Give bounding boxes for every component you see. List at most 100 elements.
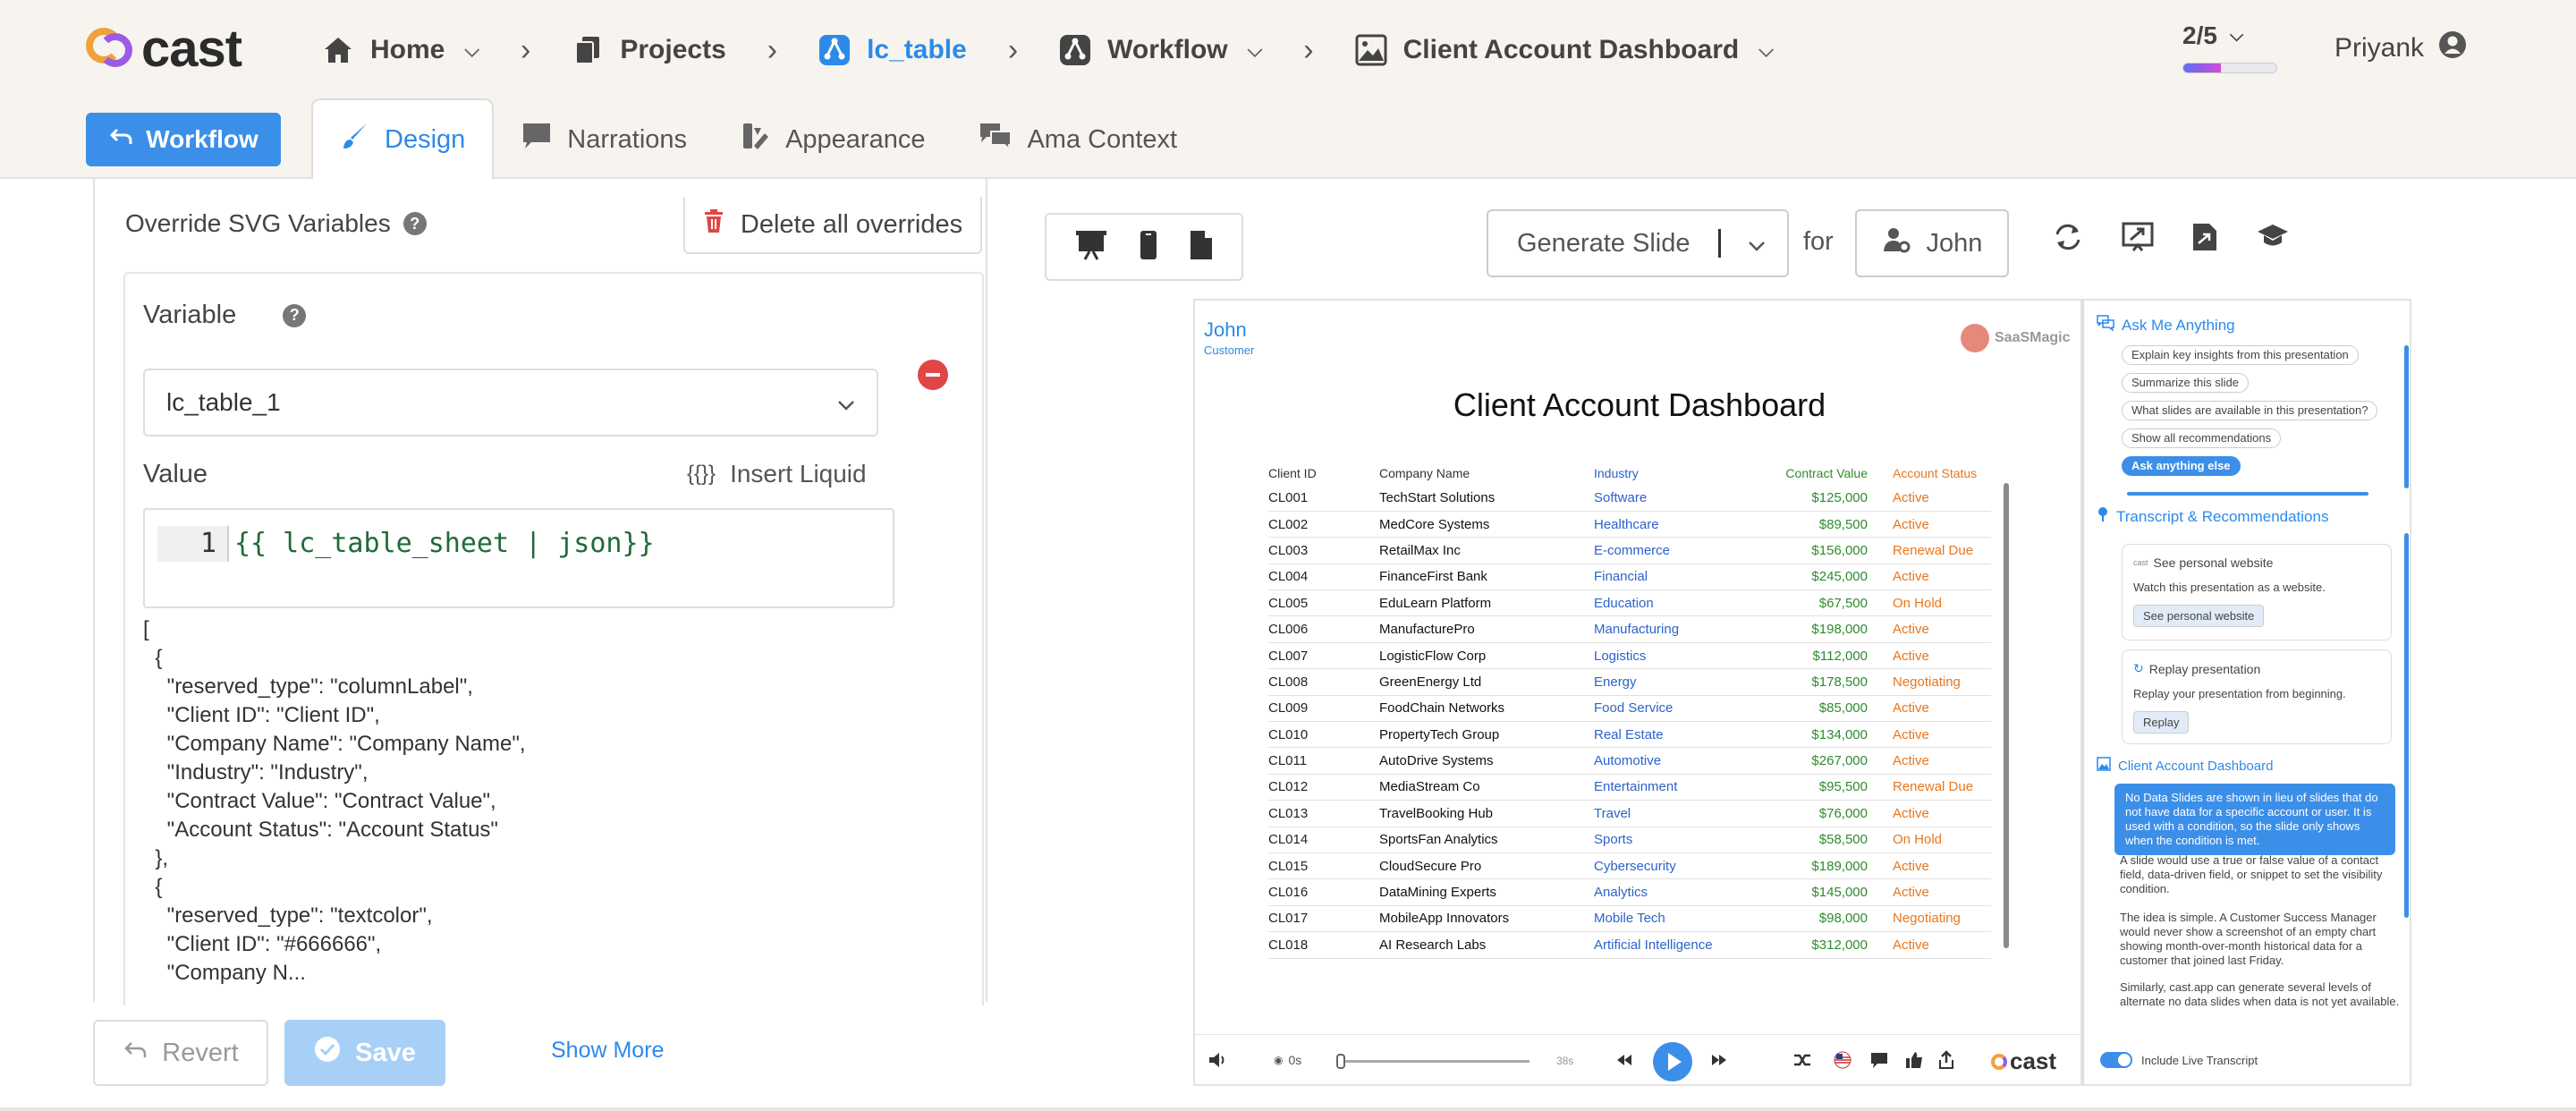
chat-bubbles-icon [979, 121, 1013, 158]
editor-tabs: Workflow Design Narrations Appearance Am… [86, 98, 1204, 179]
thumbs-up-icon[interactable] [1905, 1051, 1923, 1072]
breadcrumb-home[interactable]: Home ⌵ [322, 34, 479, 66]
see-personal-website-button[interactable]: See personal website [2133, 605, 2265, 627]
table-cell: $189,000 [1773, 852, 1880, 880]
chevron-down-icon: ⌵ [464, 38, 480, 61]
slide-title: Client Account Dashboard [1453, 386, 1826, 423]
breadcrumb-separator: › [1303, 32, 1314, 67]
tab-design[interactable]: Design [311, 98, 495, 179]
insert-liquid-button[interactable]: {{}} Insert Liquid [687, 460, 867, 488]
ask-anything-else-button[interactable]: Ask anything else [2122, 456, 2241, 476]
mobile-device-icon[interactable] [1139, 229, 1158, 266]
slide-preview: John Customer SaaSMagic Client Account D… [1193, 299, 2084, 1086]
table-cell: CL017 [1268, 905, 1379, 933]
variable-select[interactable]: lc_table_1 [143, 369, 878, 437]
table-cell: ManufacturePro [1379, 615, 1594, 643]
shuffle-icon[interactable] [1792, 1051, 1812, 1072]
recipient-selector[interactable]: John [1855, 209, 2009, 277]
comment-icon[interactable] [1869, 1051, 1889, 1072]
transcript-paragraph: Similarly, cast.app can generate several… [2120, 980, 2400, 1008]
table-cell: MobileApp Innovators [1379, 905, 1594, 933]
suggestion-chip[interactable]: Summarize this slide [2122, 373, 2249, 393]
table-cell: Travel [1594, 800, 1773, 827]
chips-scrollbar[interactable] [2404, 345, 2409, 488]
back-to-workflow-button[interactable]: Workflow [86, 113, 281, 166]
breadcrumb-lc-table[interactable]: lc_table [818, 34, 967, 66]
show-more-link[interactable]: Show More [551, 1038, 664, 1064]
table-cell: $67,500 [1773, 589, 1880, 617]
table-row: CL013 TravelBooking Hub Travel $76,000 Activ… [1268, 800, 1991, 827]
table-cell: Logistics [1594, 642, 1773, 670]
include-live-transcript-toggle[interactable]: Include Live Transcript [2100, 1052, 2258, 1068]
table-row: CL007 LogisticFlow Corp Logistics $112,000 A… [1268, 642, 1991, 670]
column-header: Company Name [1379, 466, 1470, 480]
tab-appearance[interactable]: Appearance [714, 100, 952, 179]
delete-all-overrides-button[interactable]: Delete all overrides [683, 197, 982, 254]
tab-ama-context[interactable]: Ama Context [952, 100, 1204, 179]
table-cell: CL008 [1268, 668, 1379, 696]
next-icon[interactable] [1710, 1053, 1728, 1070]
table-cell: MediaStream Co [1379, 774, 1594, 801]
presentation-screen-icon[interactable] [1074, 229, 1108, 266]
cast-small-icon: cast [2133, 558, 2148, 567]
document-icon[interactable] [1189, 229, 1214, 266]
table-cell: Financial [1594, 564, 1773, 591]
suggestion-chip[interactable]: What slides are available in this presen… [2122, 401, 2378, 420]
breadcrumb-slide[interactable]: Client Account Dashboard ⌵ [1355, 34, 1774, 66]
table-cell: $89,500 [1773, 511, 1880, 539]
save-button[interactable]: Save [284, 1020, 445, 1086]
home-icon [322, 34, 354, 66]
top-bar: cast Home ⌵ › Projects › lc_table › Work… [0, 0, 2576, 179]
liquid-code-editor[interactable]: 1 {{ lc_table_sheet | json}} [143, 508, 894, 608]
recipient-role: Customer [1204, 343, 1255, 357]
suggestion-chip[interactable]: Show all recommendations [2122, 428, 2282, 448]
transcript-scrollbar[interactable] [2404, 533, 2409, 918]
column-header: Account Status [1893, 466, 1978, 480]
volume-icon[interactable] [1208, 1051, 1227, 1072]
present-icon[interactable] [2122, 222, 2154, 257]
suggestion-chip[interactable]: Explain key insights from this presentat… [2122, 345, 2359, 365]
table-cell: $145,000 [1773, 878, 1880, 906]
export-document-icon[interactable] [2191, 222, 2218, 257]
cast-logo[interactable]: cast [86, 20, 242, 78]
revert-button[interactable]: Revert [93, 1020, 268, 1086]
graduation-cap-icon[interactable] [2256, 222, 2290, 257]
trash-icon [703, 208, 724, 241]
share-icon[interactable] [1937, 1050, 1955, 1073]
table-row: CL010 PropertyTech Group Real Estate $134,0… [1268, 721, 1991, 749]
table-header-row: Client ID Company Name Industry Contract… [1268, 462, 1991, 485]
breadcrumb-workflow[interactable]: Workflow ⌵ [1059, 34, 1262, 66]
table-cell: On Hold [1880, 589, 1991, 617]
replay-button[interactable]: Replay [2133, 711, 2190, 734]
timeline-handle[interactable] [1336, 1054, 1345, 1069]
table-cell: Active [1880, 931, 1991, 959]
user-menu[interactable]: Priyank [2334, 30, 2467, 66]
table-cell: Automotive [1594, 747, 1773, 775]
language-flag-icon[interactable] [1834, 1051, 1852, 1072]
refresh-icon[interactable] [2052, 222, 2084, 257]
chat-bubbles-icon [2097, 315, 2114, 335]
remove-override-button[interactable] [918, 360, 948, 390]
timeline-slider[interactable] [1336, 1054, 1530, 1069]
previous-icon[interactable] [1615, 1053, 1633, 1070]
user-avatar-icon [2438, 30, 2467, 66]
step-progress[interactable]: 2/5 ⌵ [2182, 21, 2281, 73]
table-scrollbar[interactable] [2004, 483, 2009, 948]
table-cell: LogisticFlow Corp [1379, 642, 1594, 670]
chips-horizontal-scrollbar[interactable] [2127, 492, 2368, 496]
generate-slide-dropdown[interactable]: Generate Slide [1487, 209, 1789, 277]
table-row: CL011 AutoDrive Systems Automotive $267,000… [1268, 747, 1991, 775]
play-button[interactable] [1653, 1042, 1692, 1081]
table-cell: EduLearn Platform [1379, 589, 1594, 617]
table-cell: $112,000 [1773, 642, 1880, 670]
toggle-switch[interactable] [2100, 1052, 2132, 1068]
tab-narrations[interactable]: Narrations [494, 100, 714, 179]
recommendation-card: cast See personal website Watch this pres… [2122, 544, 2392, 640]
table-cell: Active [1880, 721, 1991, 749]
help-icon[interactable]: ? [402, 212, 427, 235]
back-arrow-icon [108, 125, 133, 154]
help-icon[interactable]: ? [283, 303, 307, 327]
table-row: CL006 ManufacturePro Manufacturing $198,000… [1268, 615, 1991, 643]
code-line[interactable]: {{ lc_table_sheet | json}} [234, 526, 655, 562]
breadcrumb-projects[interactable]: Projects [572, 34, 726, 66]
